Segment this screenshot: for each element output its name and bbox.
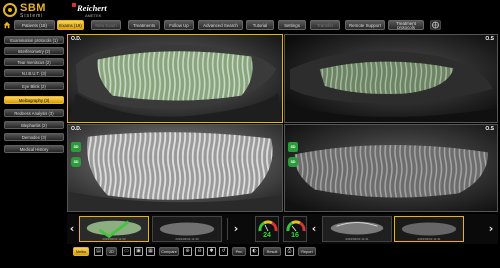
strip-divider — [227, 218, 228, 240]
sidebar-item-redness-analysis[interactable]: Redness Analysis (3) — [4, 109, 64, 117]
eye-label-os: O.S — [485, 36, 494, 42]
header: SBM Sistemi Reichert AMETEK Patients (18… — [0, 0, 500, 34]
tab-patients[interactable]: Patients (18) — [14, 20, 55, 30]
3d-view-os-icon[interactable]: 3D — [288, 142, 298, 152]
image-os-lower[interactable]: O.S 3D 3D — [284, 124, 498, 212]
grid-layout-icon[interactable]: ▦ — [146, 247, 155, 256]
thumbnail-caption: 2023/06/03 11:31 — [345, 237, 369, 241]
thumbs-prev-arrow-os-icon[interactable]: ‹ — [310, 222, 318, 236]
undo-icon[interactable]: ↺ — [219, 247, 228, 256]
pen-button[interactable]: Pen — [232, 247, 246, 256]
thumbnail-od-1[interactable]: 2023/06/03 11:30 — [79, 216, 149, 242]
3d-view-icon[interactable]: 3D — [71, 142, 81, 152]
report-button[interactable]: Report — [298, 247, 316, 256]
thumbnail-caption: 2023/06/03 11:30 — [102, 237, 126, 241]
eye-label-od: O.D. — [71, 36, 82, 42]
reichert-logo: Reichert AMETEK — [72, 3, 112, 19]
thumbnail-od-2[interactable]: 2023/06/03 11:30 — [152, 216, 222, 242]
sidebar-item-examination-protocols[interactable]: Examination protocols (1) — [4, 36, 64, 44]
bottom-toolbar: Meibo ▤ 2D ▭ ▣ ▦ Compare ⊕ ⊖ ✱ ↺ Pen ◐ R… — [67, 246, 498, 258]
thumbs-next-arrow-icon[interactable]: › — [232, 222, 240, 236]
sidebar-item-blepharitis[interactable]: Blepharitis (2) — [4, 121, 64, 129]
tab-transfer[interactable]: Transfer — [310, 20, 340, 30]
sbm-logo: SBM Sistemi — [3, 2, 65, 20]
top-nav-tabs: Patients (18) Exams (19) New Exam Treatm… — [0, 20, 500, 31]
brand-subtitle: Sistemi — [20, 13, 44, 19]
tab-advanced-search[interactable]: Advanced Search — [198, 20, 243, 30]
2d-mode-button[interactable]: 2D — [106, 247, 117, 256]
tab-settings[interactable]: Settings — [278, 20, 306, 30]
meibography-image-os-lower — [285, 125, 497, 211]
document-icon[interactable]: ▤ — [94, 247, 103, 256]
meibography-image-grid: O.D. O.S O.D. 3D 3D O.S 3D 3D — [67, 34, 498, 212]
eye-label-od-lower: O.D. — [71, 126, 82, 132]
monitor-icon[interactable]: ▭ — [122, 247, 131, 256]
tab-follow-up[interactable]: Follow Up — [164, 20, 194, 30]
sidebar-item-nibut[interactable]: N.I.B.U.T. (3) — [4, 69, 64, 77]
settings-icon[interactable]: ✱ — [207, 247, 216, 256]
gland-loss-gauge-od: 24 — [255, 216, 279, 242]
thumbnail-caption: 2023/06/03 11:30 — [175, 237, 199, 241]
eye-label-os-lower: O.S — [485, 126, 494, 132]
partner-name: Reichert — [77, 3, 107, 13]
thumbnail-os-2[interactable]: 2023/06/03 11:31 — [394, 216, 464, 242]
tab-treatments[interactable]: Treatments — [128, 20, 160, 30]
image-od-upper[interactable]: O.D. — [67, 34, 283, 123]
sidebar-item-interferometry[interactable]: Interferometry (2) — [4, 47, 64, 55]
exam-sidebar: Examination protocols (1) Interferometry… — [0, 34, 66, 268]
compare-button[interactable]: Compare — [159, 247, 179, 256]
meibo-mode-button[interactable]: Meibo — [73, 247, 89, 256]
gland-loss-gauge-os: 16 — [283, 216, 307, 242]
print-icon[interactable]: ⎙ — [285, 247, 294, 256]
sidebar-item-medical-history[interactable]: Medical History — [4, 145, 64, 153]
partner-subtitle: AMETEK — [85, 13, 102, 18]
tab-treatment-protocols[interactable]: Treatment protocols — [388, 20, 424, 30]
meibography-image-os-upper — [285, 35, 497, 122]
reichert-mark-icon — [72, 3, 76, 7]
3d-view-os-alt-icon[interactable]: 3D — [288, 157, 298, 167]
sidebar-item-meibography[interactable]: Meibography (3) — [4, 96, 64, 104]
gauge-value: 16 — [291, 232, 299, 239]
zoom-out-icon[interactable]: ⊖ — [195, 247, 204, 256]
tab-treatment-protocols-line2: protocols — [397, 25, 415, 30]
image-os-upper[interactable]: O.S — [284, 34, 498, 123]
3d-view-alt-icon[interactable]: 3D — [71, 157, 81, 167]
tab-exams[interactable]: Exams (19) — [57, 20, 84, 30]
gauge-dial-icon — [258, 220, 278, 232]
thumbnail-strip: ‹ 2023/06/03 11:30 2023/06/03 11:30 › 24 — [67, 214, 498, 244]
flag-icon[interactable] — [430, 20, 441, 30]
image-od-lower[interactable]: O.D. 3D 3D — [67, 124, 283, 212]
meibography-image-od-lower — [68, 125, 282, 211]
thumbnail-os-1[interactable]: 2023/06/03 11:31 — [322, 216, 392, 242]
result-button[interactable]: Result — [263, 247, 281, 256]
thumbs-prev-arrow-icon[interactable]: ‹ — [68, 222, 76, 236]
measure-icon[interactable]: ◐ — [250, 247, 259, 256]
thumbnail-caption: 2023/06/03 11:31 — [417, 237, 441, 241]
zoom-in-icon[interactable]: ⊕ — [183, 247, 192, 256]
meibography-image-od-upper — [68, 35, 282, 122]
sidebar-item-demodex[interactable]: Demodex (3) — [4, 133, 64, 141]
sidebar-item-eye-blink[interactable]: Eye Blink (2) — [4, 82, 64, 90]
tab-new-exam[interactable]: New Exam — [91, 20, 121, 30]
eye-logo-icon — [3, 3, 17, 17]
sidebar-item-tear-meniscus[interactable]: Tear meniscus (2) — [4, 58, 64, 66]
image-icon[interactable]: ▣ — [134, 247, 143, 256]
gauge-value: 24 — [263, 232, 271, 239]
tab-remote-support[interactable]: Remote Support — [345, 20, 385, 30]
gauge-dial-icon — [286, 220, 306, 232]
thumbs-next-arrow-os-icon[interactable]: › — [487, 222, 495, 236]
tab-tutorial[interactable]: Tutorial — [246, 20, 274, 30]
